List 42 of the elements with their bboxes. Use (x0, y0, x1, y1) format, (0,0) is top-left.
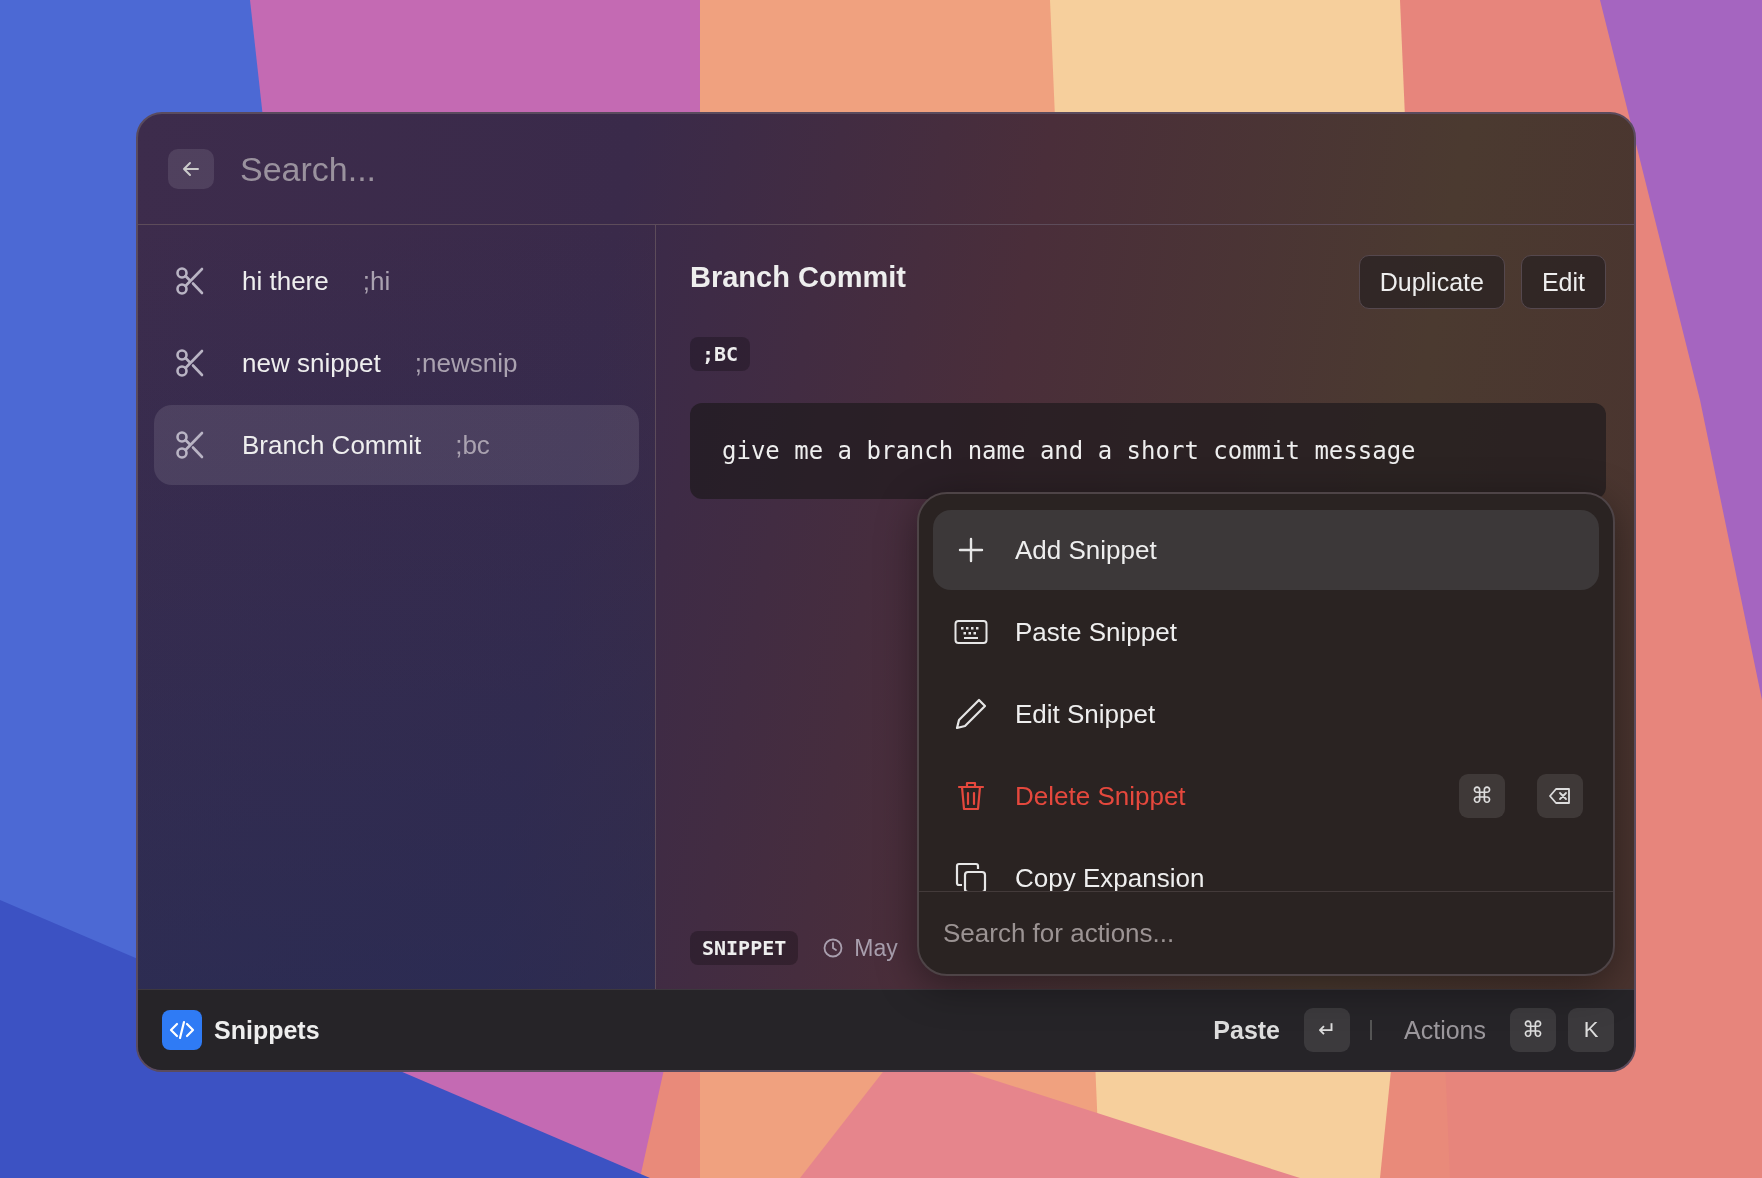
keycap: K (1568, 1008, 1614, 1052)
snippet-keyword: ;newsnip (414, 347, 518, 379)
snippet-keyword: ;hi (362, 265, 391, 297)
snippet-name: hi there (242, 265, 329, 297)
copy-icon (954, 861, 988, 891)
menu-item[interactable]: Edit Snippet (933, 674, 1599, 754)
extension-title: Snippets (214, 1015, 320, 1045)
actions-button[interactable]: Actions (1392, 1015, 1498, 1045)
action-button[interactable]: Edit (1520, 255, 1606, 309)
snippet-item[interactable]: Branch Commit ;bc (154, 405, 639, 485)
pencil-icon (954, 697, 988, 731)
snippet-item[interactable]: hi there ;hi (154, 241, 639, 321)
snippet-content: give me a branch name and a short commit message (690, 403, 1606, 499)
code-icon (162, 1010, 202, 1050)
menu-item[interactable]: Add Snippet (933, 510, 1599, 590)
date-text: May (854, 934, 898, 962)
menu-item[interactable]: Copy Expansion (933, 838, 1599, 891)
keyboard-icon (954, 619, 988, 645)
scissors-icon (174, 347, 206, 379)
search-field[interactable]: Search... (238, 148, 1604, 190)
type-tag: SNIPPET (690, 931, 799, 965)
keyword-tag: ;BC (690, 337, 751, 371)
scissors-icon (174, 265, 206, 297)
keycap: ⌘ (1510, 1008, 1556, 1052)
snippet-item[interactable]: new snippet ;newsnip (154, 323, 639, 403)
menu-item[interactable]: Paste Snippet (933, 592, 1599, 672)
snippet-name: new snippet (242, 347, 381, 379)
scissors-icon (174, 429, 206, 461)
snippet-keyword: ;bc (455, 429, 490, 461)
actions-search-field[interactable]: Search for actions... (919, 891, 1613, 974)
backspace-icon (1549, 787, 1571, 805)
menu-item[interactable]: Delete Snippet ⌘ (933, 756, 1599, 836)
keycap: ⌘ (1459, 774, 1505, 818)
trash-icon (956, 780, 986, 812)
snippet-name: Branch Commit (242, 429, 422, 461)
action-button[interactable]: Duplicate (1358, 255, 1505, 309)
back-button[interactable] (168, 149, 214, 189)
clock-icon (822, 937, 845, 959)
plus-icon (956, 535, 986, 565)
paste-button[interactable]: Paste (1201, 1015, 1292, 1045)
snippet-title: Branch Commit (690, 261, 906, 294)
keycap: ↵ (1304, 1008, 1350, 1052)
